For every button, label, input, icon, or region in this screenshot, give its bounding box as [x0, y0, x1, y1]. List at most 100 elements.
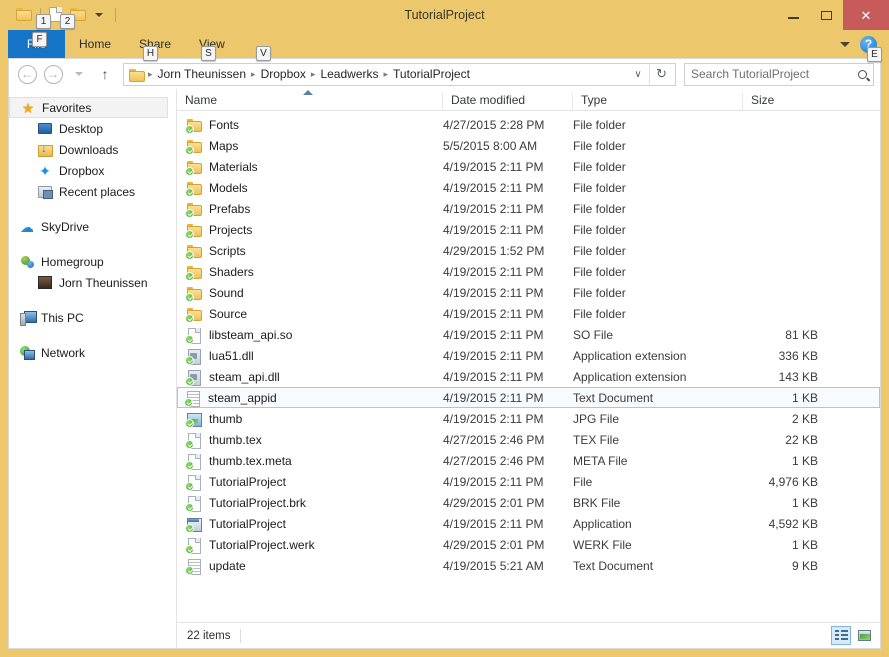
sidebar-item-label: SkyDrive — [41, 219, 90, 234]
breadcrumb-item-3[interactable]: TutorialProject — [389, 67, 474, 81]
keytip-qat-2: 2 — [60, 14, 75, 29]
file-type-cell: TEX File — [573, 432, 620, 447]
sidebar-item-network[interactable]: Network — [9, 342, 176, 363]
folder-icon — [185, 285, 202, 302]
column-header-date-modified[interactable]: Date modified — [442, 93, 572, 110]
details-view-button[interactable] — [831, 626, 851, 645]
sidebar-item-downloads[interactable]: Downloads — [9, 139, 176, 160]
breadcrumb-item-1[interactable]: Dropbox — [257, 67, 310, 81]
sidebar-item-jorn-theunissen[interactable]: Jorn Theunissen — [9, 272, 176, 293]
file-name-label: TutorialProject — [209, 474, 286, 489]
sidebar-item-skydrive[interactable]: ☁ SkyDrive — [9, 216, 176, 237]
sync-check-icon — [185, 376, 194, 386]
sidebar-item-favorites[interactable]: ★ Favorites — [9, 97, 168, 118]
sidebar-item-homegroup[interactable]: Homegroup — [9, 251, 176, 272]
sidebar-item-dropbox[interactable]: ✦ Dropbox — [9, 160, 176, 181]
table-row[interactable]: Projects 4/19/2015 2:11 PM File folder — [177, 219, 880, 240]
close-button[interactable]: ✕ — [843, 0, 889, 30]
refresh-button[interactable]: ↻ — [649, 63, 673, 85]
customize-qat-button[interactable] — [91, 7, 107, 23]
sidebar-item-label: Recent places — [59, 184, 136, 199]
back-button[interactable]: ← — [15, 62, 39, 86]
table-row[interactable]: TutorialProject 4/19/2015 2:11 PM Applicat… — [177, 513, 880, 534]
table-row[interactable]: Maps 5/5/2015 8:00 AM File folder — [177, 135, 880, 156]
table-row[interactable]: Source 4/19/2015 2:11 PM File folder — [177, 303, 880, 324]
file-type-cell: File folder — [573, 138, 626, 153]
file-type-cell: File folder — [573, 180, 626, 195]
table-row[interactable]: libsteam_api.so 4/19/2015 2:11 PM SO File 8… — [177, 324, 880, 345]
table-row[interactable]: Shaders 4/19/2015 2:11 PM File folder — [177, 261, 880, 282]
table-row[interactable]: thumb.tex 4/27/2015 2:46 PM TEX File 22 KB — [177, 429, 880, 450]
view-mode-buttons — [831, 626, 874, 645]
doc-icon — [185, 474, 202, 491]
sidebar-item-label: Homegroup — [41, 254, 104, 269]
large-icons-view-button[interactable] — [854, 626, 874, 645]
maximize-button[interactable] — [810, 0, 843, 30]
keytip-tab-file: F — [32, 32, 47, 47]
table-row[interactable]: thumb.tex.meta 4/27/2015 2:46 PM META File… — [177, 450, 880, 471]
sidebar-item-desktop[interactable]: Desktop — [9, 118, 176, 139]
window-menu-icon[interactable] — [16, 7, 32, 23]
column-header-type[interactable]: Type — [572, 93, 742, 110]
sidebar-item-label: Dropbox — [59, 163, 105, 178]
breadcrumb[interactable]: ▸ Jorn Theunissen ▸ Dropbox ▸ Leadwerks … — [123, 62, 676, 86]
sidebar-item-recent-places[interactable]: Recent places — [9, 181, 176, 202]
table-row[interactable]: Prefabs 4/19/2015 2:11 PM File folder — [177, 198, 880, 219]
expand-ribbon-button[interactable] — [840, 41, 850, 47]
minimize-button[interactable] — [777, 0, 810, 30]
sync-check-icon — [185, 292, 194, 302]
folder-icon — [185, 243, 202, 260]
maximize-icon — [821, 10, 832, 20]
sync-check-icon — [185, 481, 194, 491]
skydrive-icon: ☁ — [20, 218, 34, 235]
recent-locations-button[interactable] — [67, 62, 91, 86]
table-row[interactable]: TutorialProject.werk 4/29/2015 2:01 PM WER… — [177, 534, 880, 555]
doc-icon — [185, 537, 202, 554]
sidebar-item-this-pc[interactable]: This PC — [9, 307, 176, 328]
file-type-cell: File folder — [573, 306, 626, 321]
table-row[interactable]: steam_appid 4/19/2015 2:11 PM Text Documen… — [177, 387, 880, 408]
file-name-label: Source — [209, 306, 248, 321]
file-name-cell: Materials — [178, 159, 443, 176]
file-date-cell: 4/19/2015 2:11 PM — [443, 222, 544, 237]
breadcrumb-item-2[interactable]: Leadwerks — [316, 67, 382, 81]
minimize-icon — [788, 16, 799, 19]
sidebar-group-gap-3 — [9, 293, 176, 307]
file-date-cell: 4/19/2015 2:11 PM — [443, 306, 544, 321]
table-row[interactable]: lua51.dll 4/19/2015 2:11 PM Application ex… — [177, 345, 880, 366]
column-header-type-label: Type — [581, 93, 608, 107]
table-row[interactable]: steam_api.dll 4/19/2015 2:11 PM Applicatio… — [177, 366, 880, 387]
file-type-cell: File folder — [573, 243, 626, 258]
app-icon — [185, 516, 202, 533]
search-input[interactable]: Search TutorialProject — [684, 62, 874, 86]
table-row[interactable]: Models 4/19/2015 2:11 PM File folder — [177, 177, 880, 198]
file-name-cell: Shaders — [178, 264, 443, 281]
file-name-cell: lua51.dll — [178, 348, 443, 365]
file-name-label: TutorialProject — [209, 516, 286, 531]
table-row[interactable]: Sound 4/19/2015 2:11 PM File folder — [177, 282, 880, 303]
folder-icon — [185, 264, 202, 281]
status-bar: 22 items — [177, 622, 880, 648]
address-dropdown-button[interactable]: ∨ — [627, 69, 649, 80]
table-row[interactable]: TutorialProject.brk 4/29/2015 2:01 PM BRK … — [177, 492, 880, 513]
file-type-cell: Text Document — [573, 558, 654, 573]
file-name-cell: update — [178, 558, 443, 575]
table-row[interactable]: Materials 4/19/2015 2:11 PM File folder — [177, 156, 880, 177]
file-type-cell: Application — [573, 516, 632, 531]
table-row[interactable]: Scripts 4/29/2015 1:52 PM File folder — [177, 240, 880, 261]
column-header-name[interactable]: Name — [177, 93, 442, 110]
keytip-qat-1: 1 — [36, 14, 51, 29]
breadcrumb-item-0[interactable]: Jorn Theunissen — [154, 67, 251, 81]
tab-home[interactable]: Home — [65, 30, 125, 58]
forward-button[interactable]: → — [41, 62, 65, 86]
column-header-size[interactable]: Size — [742, 93, 827, 110]
table-row[interactable]: update 4/19/2015 5:21 AM Text Document 9 KB — [177, 555, 880, 576]
keytip-tab-home: H — [143, 46, 158, 61]
table-row[interactable]: Fonts 4/27/2015 2:28 PM File folder — [177, 114, 880, 135]
file-name-label: TutorialProject.brk — [209, 495, 306, 510]
avatar — [37, 275, 53, 291]
table-row[interactable]: TutorialProject 4/19/2015 2:11 PM File 4,97… — [177, 471, 880, 492]
table-row[interactable]: thumb 4/19/2015 2:11 PM JPG File 2 KB — [177, 408, 880, 429]
search-icon[interactable] — [856, 67, 869, 81]
up-button[interactable]: ↑ — [93, 62, 117, 86]
